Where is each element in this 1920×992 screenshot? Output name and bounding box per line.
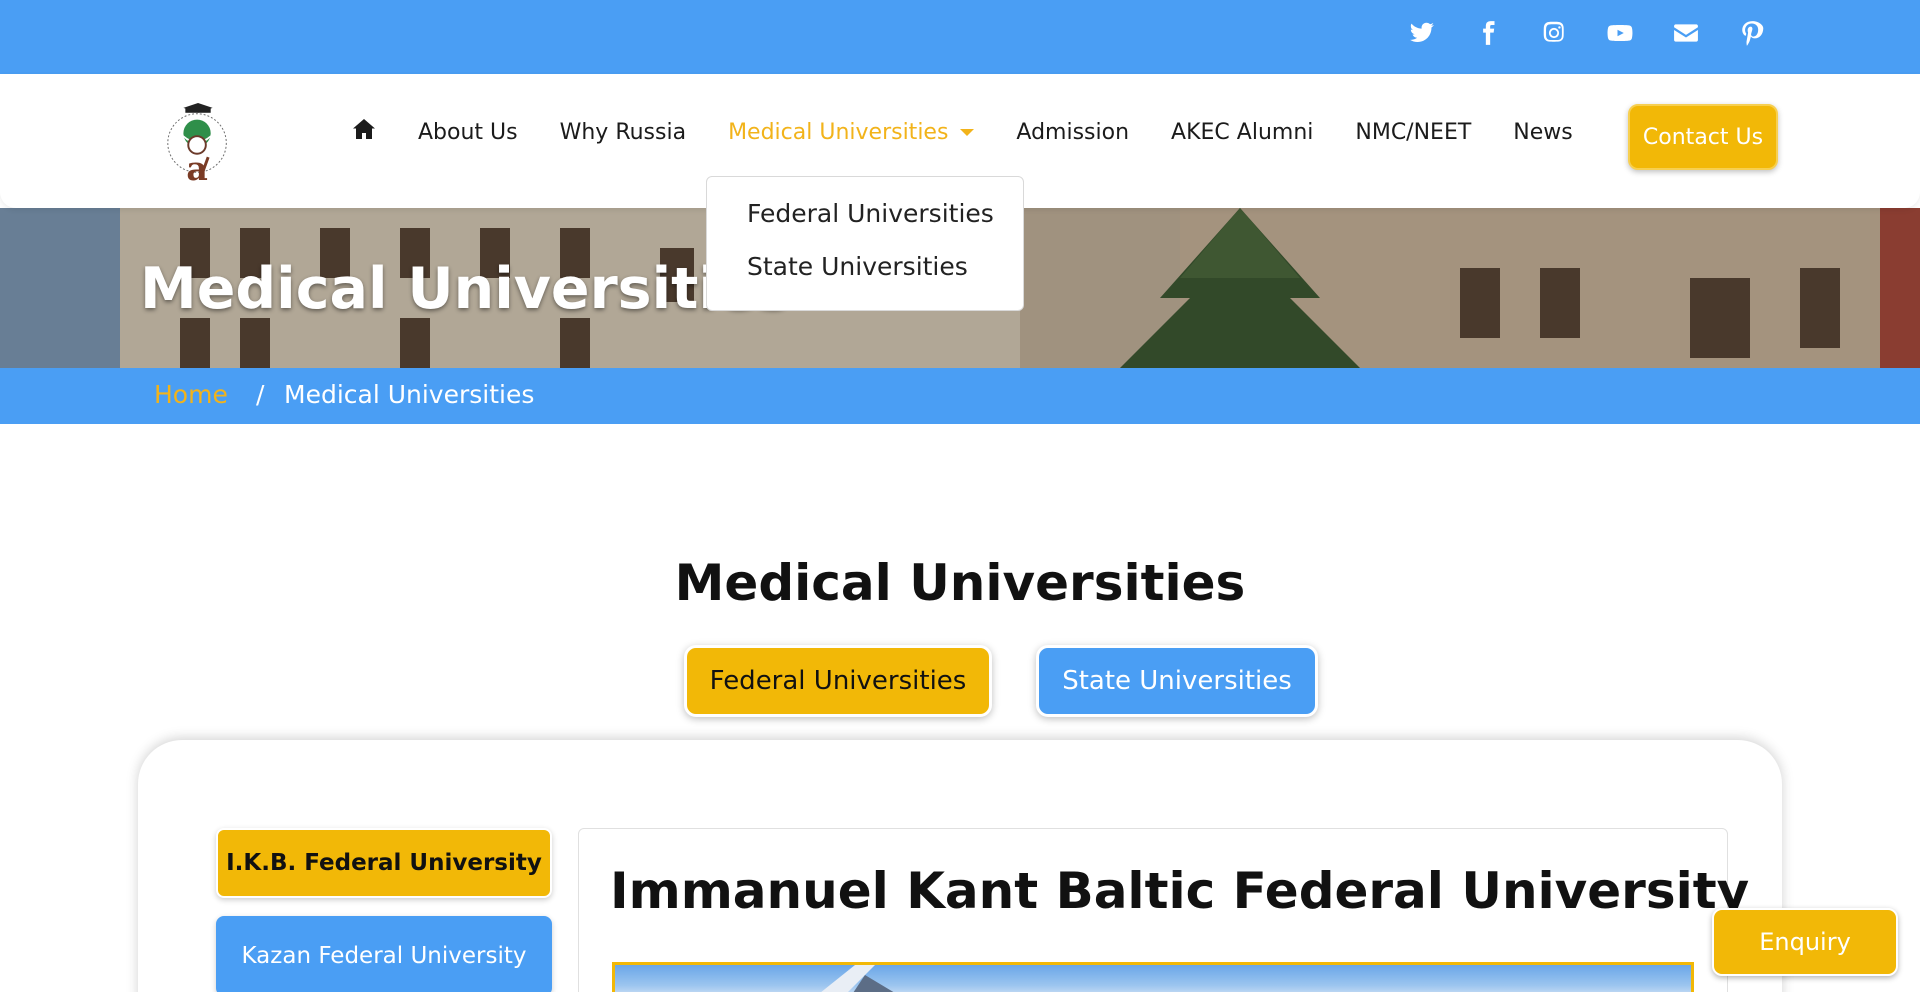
top-social-bar bbox=[0, 0, 1920, 74]
primary-nav: About Us Why Russia Medical Universities… bbox=[352, 118, 1615, 146]
hero-title: Medical Universities bbox=[140, 256, 791, 322]
pinterest-icon[interactable] bbox=[1734, 18, 1770, 48]
youtube-icon[interactable] bbox=[1602, 18, 1638, 48]
caret-down-icon bbox=[960, 128, 975, 136]
facebook-icon[interactable] bbox=[1470, 18, 1506, 48]
nav-why-russia[interactable]: Why Russia bbox=[560, 120, 686, 145]
dropdown-item-state[interactable]: State Universities bbox=[707, 252, 1023, 305]
nav-medical-universities[interactable]: Medical Universities bbox=[728, 119, 975, 145]
breadcrumb-home-link[interactable]: Home bbox=[154, 380, 228, 409]
breadcrumb-current: Medical Universities bbox=[284, 380, 535, 409]
enquiry-button[interactable]: Enquiry bbox=[1712, 908, 1898, 976]
university-image-graphic bbox=[821, 965, 894, 992]
tab-state-universities[interactable]: State Universities bbox=[1036, 645, 1318, 717]
nav-about-us[interactable]: About Us bbox=[418, 120, 518, 145]
nav-akec-alumni[interactable]: AKEC Alumni bbox=[1171, 120, 1313, 145]
sidebar-item-kazan-federal[interactable]: Kazan Federal University bbox=[216, 916, 552, 992]
section-title: Medical Universities bbox=[674, 554, 1246, 612]
nav-news[interactable]: News bbox=[1513, 120, 1572, 145]
envelope-icon[interactable] bbox=[1668, 18, 1704, 48]
social-links bbox=[1404, 18, 1770, 48]
nav-medical-universities-label: Medical Universities bbox=[728, 119, 949, 145]
twitter-icon[interactable] bbox=[1404, 18, 1440, 48]
site-logo[interactable]: a bbox=[160, 102, 238, 188]
home-icon[interactable] bbox=[352, 118, 376, 146]
university-image bbox=[612, 962, 1694, 992]
medical-universities-dropdown: Federal Universities State Universities bbox=[706, 176, 1024, 311]
dropdown-item-federal[interactable]: Federal Universities bbox=[707, 199, 1023, 252]
nav-nmc-neet[interactable]: NMC/NEET bbox=[1355, 120, 1471, 145]
sidebar-item-ikb-federal[interactable]: I.K.B. Federal University bbox=[216, 828, 552, 898]
contact-us-button[interactable]: Contact Us bbox=[1628, 104, 1778, 170]
nav-admission[interactable]: Admission bbox=[1016, 120, 1129, 145]
breadcrumb-separator: / bbox=[256, 380, 265, 409]
university-title: Immanuel Kant Baltic Federal University bbox=[610, 862, 1750, 920]
breadcrumb: Home / Medical Universities bbox=[0, 368, 1920, 424]
instagram-icon[interactable] bbox=[1536, 18, 1572, 48]
tab-federal-universities[interactable]: Federal Universities bbox=[684, 645, 992, 717]
